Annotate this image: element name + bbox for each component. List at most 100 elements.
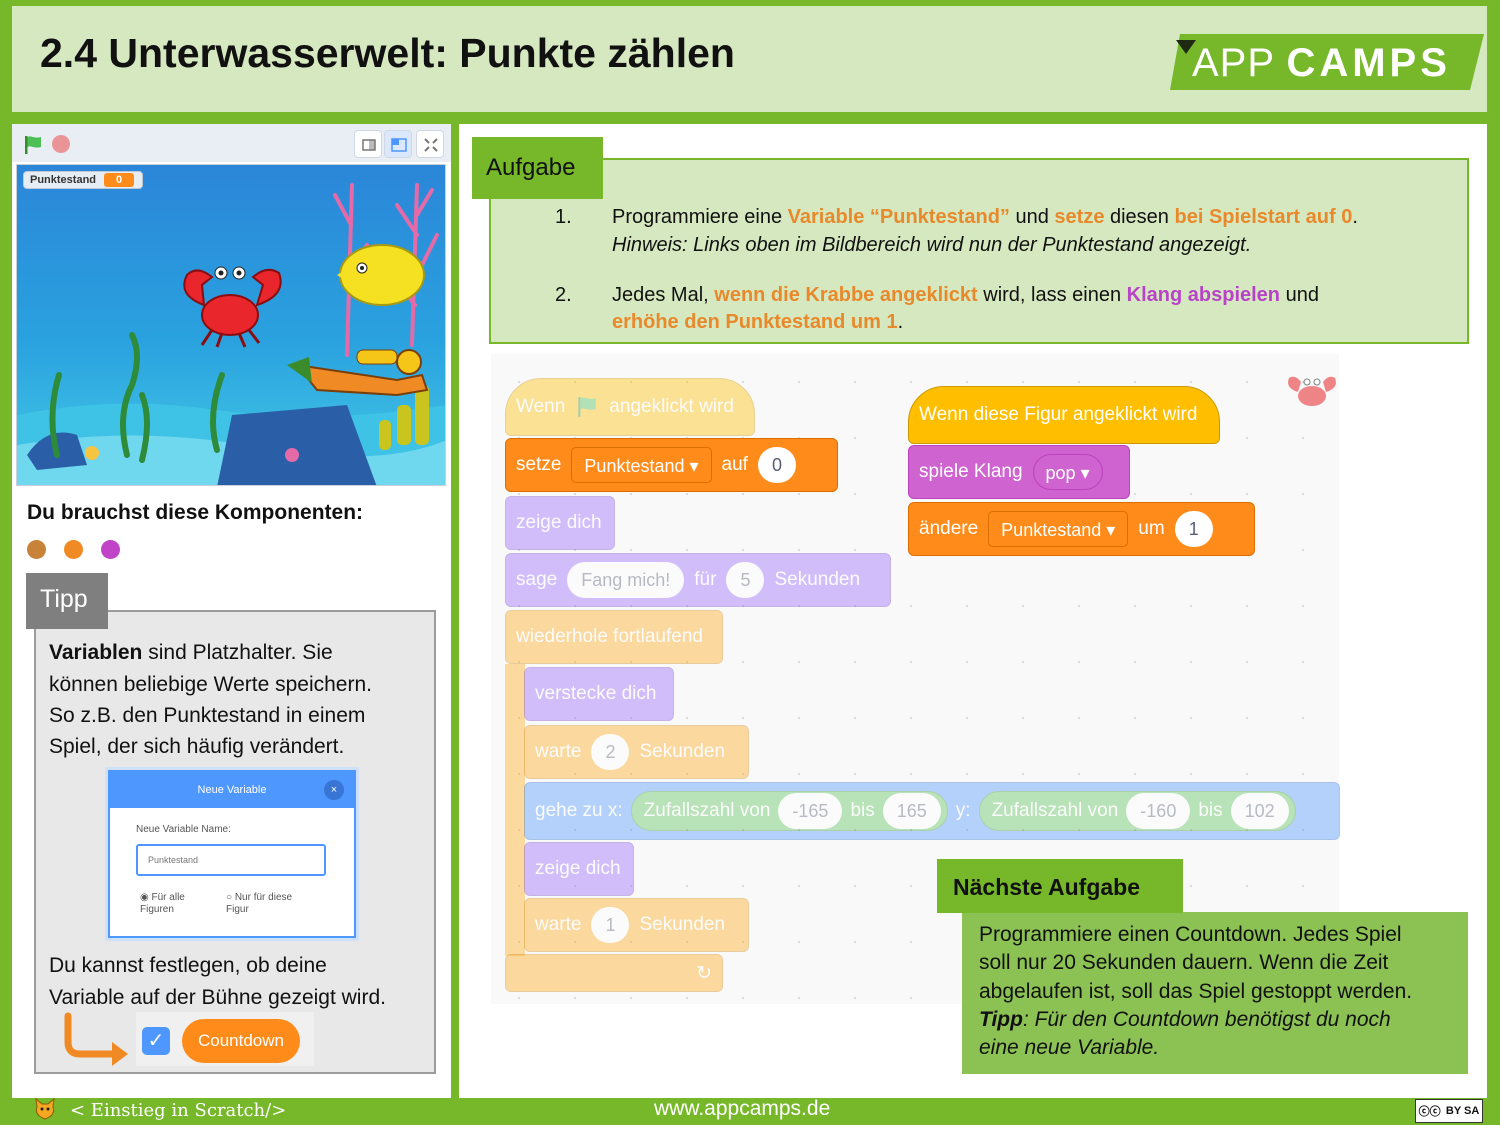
- tipp-text-line2: können beliebige Werte speichern.: [49, 673, 372, 696]
- radio-all-sprites[interactable]: ◉ Für alle Figuren: [140, 892, 240, 916]
- variable-monitor: Punktestand 0: [23, 171, 144, 189]
- say-text-input[interactable]: Fang mich!: [567, 562, 685, 598]
- logo-text-app: APP: [1192, 41, 1275, 85]
- tipp-bold-word: Variablen: [49, 641, 143, 664]
- green-flag-icon[interactable]: [22, 134, 44, 156]
- set-label: setze: [516, 454, 562, 475]
- block-show-1[interactable]: zeige dich: [505, 496, 615, 550]
- left-panel: Punktestand 0 Du brauchst diese Komponen…: [12, 124, 451, 1098]
- stop-icon[interactable]: [52, 135, 70, 153]
- wait1-unit: Sekunden: [639, 741, 726, 762]
- normal-stage-button[interactable]: [384, 130, 412, 158]
- rand2-to[interactable]: 102: [1230, 793, 1289, 829]
- aufgabe-label: Aufgabe: [472, 137, 603, 199]
- change-label: ändere: [919, 518, 979, 539]
- fullscreen-button[interactable]: [416, 130, 444, 158]
- close-icon[interactable]: ×: [324, 780, 344, 800]
- block-change-variable[interactable]: ändere Punktestand ▾ um 1: [908, 502, 1255, 556]
- tipp-line1-rest: sind Platzhalter. Sie: [142, 641, 333, 664]
- task-number-2: 2.: [555, 284, 572, 306]
- rand2-from[interactable]: -160: [1126, 793, 1191, 829]
- block-set-variable[interactable]: setze Punktestand ▾ auf 0: [505, 438, 838, 492]
- t1f: bei Spielstart auf 0: [1174, 206, 1353, 228]
- block-wait-1[interactable]: warte 2 Sekunden: [524, 725, 749, 779]
- tipp-text-line5: Du kannst festlegen, ob deine: [49, 954, 327, 977]
- logo-text-camps: CAMPS: [1286, 41, 1451, 85]
- task-1-hint: Hinweis: Links oben im Bildbereich wird …: [612, 234, 1252, 256]
- tipp-text-line6: Variable auf der Bühne gezeigt wird.: [49, 986, 386, 1009]
- radio-all-label-1: Für alle: [151, 892, 185, 903]
- component-dot-brown: [27, 540, 46, 559]
- wait2-input[interactable]: 1: [591, 907, 630, 943]
- page-title: 2.4 Unterwasserwelt: Punkte zählen: [40, 30, 735, 76]
- forever-arm: [505, 664, 525, 956]
- component-dot-orange: [64, 540, 83, 559]
- block-hide[interactable]: verstecke dich: [524, 667, 674, 721]
- t2b: wenn die Krabbe angeklickt: [714, 284, 978, 306]
- play-label: spiele Klang: [919, 461, 1023, 482]
- say-unit-label: Sekunden: [774, 569, 861, 590]
- naechste-line2: soll nur 20 Sekunden dauern. Wenn die Ze…: [979, 951, 1389, 974]
- scratch-cat-icon: [35, 1097, 55, 1120]
- component-dot-purple: [101, 540, 120, 559]
- variable-name-input[interactable]: Punktestand: [136, 844, 326, 876]
- block-forever[interactable]: wiederhole fortlaufend: [505, 610, 723, 664]
- block-say-for[interactable]: sage Fang mich! für 5 Sekunden: [505, 553, 891, 607]
- say-secs-input[interactable]: 5: [726, 562, 765, 598]
- cc-icon: ⓒⓒ: [1418, 1106, 1441, 1118]
- set-var-name: Punktestand: [584, 456, 685, 476]
- components-heading: Du brauchst diese Komponenten:: [27, 501, 364, 524]
- task-2-text-line2: erhöhe den Punktestand um 1.: [612, 311, 903, 334]
- new-variable-dialog: Neue Variable × Neue Variable Name: Punk…: [108, 770, 356, 938]
- rand1-from[interactable]: -165: [778, 793, 843, 829]
- random-x-operator[interactable]: Zufallszahl von -165 bis 165: [630, 791, 948, 831]
- say-label: sage: [516, 569, 558, 590]
- block-play-sound[interactable]: spiele Klang pop ▾: [908, 445, 1130, 499]
- tipp-label: Tipp: [26, 573, 108, 629]
- set-value-input[interactable]: 0: [757, 447, 796, 483]
- show-variable-checkbox[interactable]: ✓: [142, 1027, 170, 1055]
- change-variable-dropdown[interactable]: Punktestand ▾: [988, 511, 1129, 547]
- task-2-text: Jedes Mal, wenn die Krabbe angeklickt wi…: [612, 284, 1319, 307]
- change-var-name: Punktestand: [1001, 520, 1102, 540]
- random-y-operator[interactable]: Zufallszahl von -160 bis 102: [978, 791, 1296, 831]
- goto-y-label: y:: [955, 800, 971, 821]
- sound-dropdown[interactable]: pop ▾: [1032, 454, 1103, 490]
- task-number-1: 1.: [555, 206, 572, 228]
- t2g: .: [897, 311, 904, 333]
- footer-url[interactable]: www.appcamps.de: [654, 1097, 830, 1121]
- change-value-input[interactable]: 1: [1174, 511, 1213, 547]
- set-variable-dropdown[interactable]: Punktestand ▾: [571, 447, 712, 483]
- tipp-text-line1: Variablen sind Platzhalter. Sie: [49, 637, 429, 668]
- t1a: Programmiere eine: [612, 206, 788, 228]
- when-flag-text-2: angeklickt wird: [609, 396, 734, 417]
- curved-arrow-icon: [64, 1012, 128, 1066]
- t2c: wird, lass einen: [977, 284, 1127, 306]
- radio-this-sprite[interactable]: ○ Nur für diese Figur: [226, 892, 326, 916]
- block-show-2[interactable]: zeige dich: [524, 842, 634, 896]
- t1c: und: [1009, 206, 1055, 228]
- footer-course-label: < Einstieg in Scratch/>: [70, 1100, 287, 1121]
- block-wait-2[interactable]: warte 1 Sekunden: [524, 898, 749, 952]
- stage-canvas[interactable]: Punktestand 0: [16, 164, 446, 486]
- aufgabe-box: 1. Programmiere eine Variable “Punktesta…: [489, 158, 1469, 344]
- rand2-bis: bis: [1198, 800, 1223, 821]
- block-goto-xy[interactable]: gehe zu x: Zufallszahl von -165 bis 165 y: …: [524, 782, 1340, 840]
- wait2-unit: Sekunden: [639, 914, 726, 935]
- block-when-sprite-clicked[interactable]: Wenn diese Figur angeklickt wird: [908, 386, 1220, 444]
- tipp-text-line3: So z.B. den Punktestand in einem: [49, 704, 366, 727]
- set-to-label: auf: [721, 454, 748, 475]
- cc-by-sa-label: BY SA: [1445, 1105, 1480, 1117]
- goto-label: gehe zu x:: [535, 800, 623, 821]
- rand1-to[interactable]: 165: [882, 793, 941, 829]
- wait1-input[interactable]: 2: [591, 734, 630, 770]
- block-when-flag-clicked[interactable]: Wenn angeklickt wird: [505, 378, 755, 436]
- t2a: Jedes Mal,: [612, 284, 715, 306]
- countdown-variable-chip[interactable]: Countdown: [182, 1019, 300, 1063]
- scratch-code-area[interactable]: Wenn angeklickt wird setze Punktestand ▾…: [491, 354, 1340, 1004]
- when-flag-text: Wenn: [516, 396, 566, 417]
- small-stage-button[interactable]: [354, 130, 382, 158]
- cc-license-badge: ⓒⓒ BY SA: [1415, 1099, 1483, 1123]
- appcamps-logo: APP CAMPS: [1170, 34, 1484, 90]
- naechste-line3: abgelaufen ist, soll das Spiel gestoppt …: [979, 980, 1413, 1003]
